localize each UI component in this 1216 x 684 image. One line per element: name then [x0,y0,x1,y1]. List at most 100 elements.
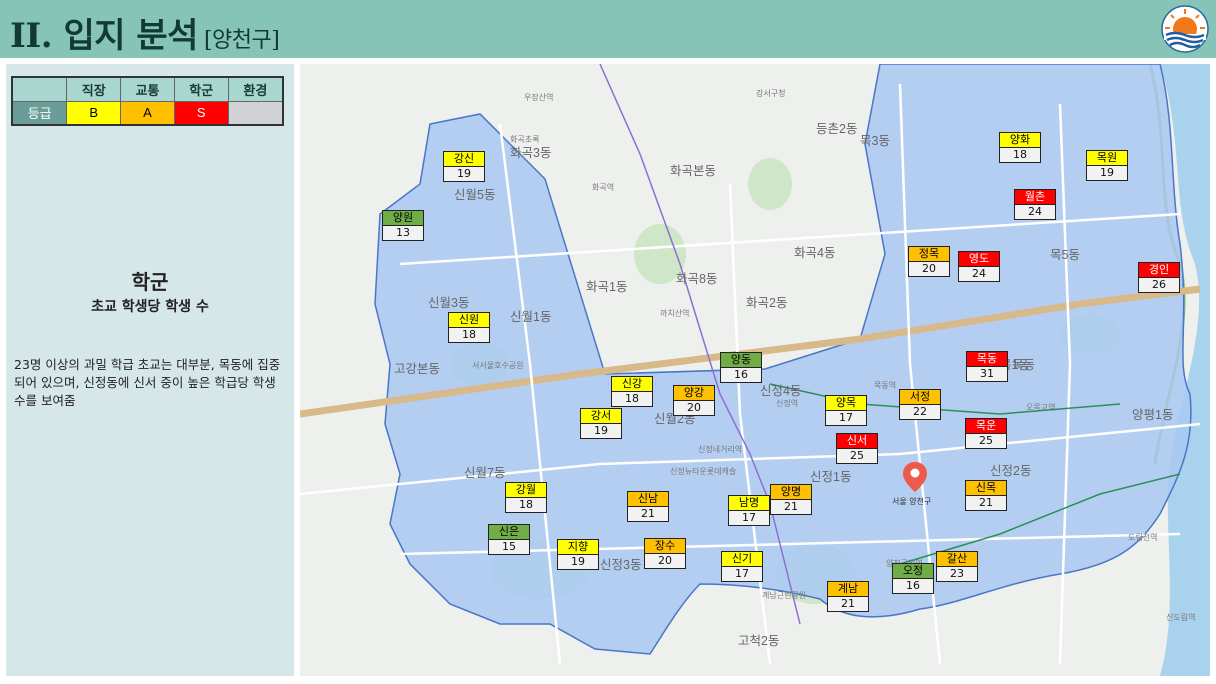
school-name: 갈산 [937,552,977,567]
page-title: II. 입지 분석 [양천구] [10,8,280,57]
school-marker[interactable]: 지향 19 [557,539,599,570]
school-name: 정목 [909,247,949,262]
district-label: 고척2동 [738,634,780,648]
school-marker[interactable]: 목운 25 [965,418,1007,449]
school-value: 19 [1087,166,1127,180]
school-name: 양원 [383,211,423,226]
school-marker[interactable]: 신서 25 [836,433,878,464]
school-marker[interactable]: 경인 26 [1138,262,1180,293]
grade-transport: A [120,100,175,126]
school-marker[interactable]: 목원 19 [1086,150,1128,181]
district-label: 등촌2동 [816,122,858,136]
school-name: 경인 [1139,263,1179,278]
school-marker[interactable]: 양강 20 [673,385,715,416]
title-text: II. 입지 분석 [10,16,198,56]
school-value: 19 [444,167,484,181]
col-header-environment: 환경 [227,76,284,102]
school-marker[interactable]: 서정 22 [899,389,941,420]
school-marker[interactable]: 양화 18 [999,132,1041,163]
map-view[interactable]: 신월5동 신월3동 신월1동 신월7동 신월2동 신정3동 신정4동 신정1동 … [300,64,1210,676]
school-value: 21 [628,507,668,521]
district-label: 고강본동 [394,362,441,376]
school-marker[interactable]: 신강 18 [611,376,653,407]
school-marker[interactable]: 강월 18 [505,482,547,513]
location-pin-icon[interactable] [903,462,927,492]
title-subtitle: [양천구] [203,28,280,53]
school-marker[interactable]: 강서 19 [580,408,622,439]
school-name: 목원 [1087,151,1127,166]
category-title: 학군 [131,270,169,294]
school-value: 22 [900,405,940,419]
place-label: 도림천역 [1128,533,1158,542]
district-label: 신월7동 [464,466,506,480]
school-marker[interactable]: 장수 20 [644,538,686,569]
school-marker[interactable]: 신원 18 [448,312,490,343]
school-name: 양화 [1000,133,1040,148]
school-marker[interactable]: 신은 15 [488,524,530,555]
school-marker[interactable]: 정목 20 [908,246,950,277]
school-marker[interactable]: 양원 13 [382,210,424,241]
school-name: 신은 [489,525,529,540]
place-label: 까치산역 [660,309,690,318]
school-marker[interactable]: 월촌 24 [1014,189,1056,220]
district-label: 목3동 [860,134,890,148]
school-name: 오정 [893,564,933,579]
school-name: 신원 [449,313,489,328]
school-marker[interactable]: 영도 24 [958,251,1000,282]
school-name: 강서 [581,409,621,424]
place-label: 오목교역 [1026,403,1056,412]
school-marker[interactable]: 강신 19 [443,151,485,182]
pin-label: 서울 양천구 [892,497,932,506]
school-marker[interactable]: 신남 21 [627,491,669,522]
place-label: 신도림역 [1166,613,1196,622]
school-name: 강월 [506,483,546,498]
metric-title: 초교 학생당 학생 수 [91,299,209,315]
school-value: 18 [449,328,489,342]
col-header-transport: 교통 [120,76,175,102]
school-value: 31 [967,367,1007,381]
district-label: 신월1동 [510,310,552,324]
school-marker[interactable]: 양목 17 [825,395,867,426]
place-label: 계남근린공원 [762,591,807,600]
school-marker[interactable]: 목동 31 [966,351,1008,382]
place-label: 신정뉴타운롯데캐슬 [670,467,737,476]
school-value: 18 [1000,148,1040,162]
school-value: 13 [383,226,423,240]
place-label: 화곡역 [592,183,615,192]
district-label: 신정1동 [810,470,852,484]
header-bar: II. 입지 분석 [양천구] [0,0,1216,58]
school-value: 24 [959,267,999,281]
district-label: 신정4동 [760,384,802,398]
school-marker[interactable]: 양동 16 [720,352,762,383]
district-label: 신정2동 [990,464,1032,478]
district-label: 목5동 [1050,248,1080,262]
school-value: 15 [489,540,529,554]
school-name: 신서 [837,434,877,449]
school-value: 25 [966,434,1006,448]
school-marker[interactable]: 신기 17 [721,551,763,582]
school-value: 21 [966,496,1006,510]
district-label: 화곡본동 [670,164,717,178]
school-value: 26 [1139,278,1179,292]
district-label: 신월3동 [428,296,470,310]
school-marker[interactable]: 계남 21 [827,581,869,612]
school-name: 양동 [721,353,761,368]
district-label: 화곡1동 [586,280,628,294]
school-value: 17 [722,567,762,581]
school-value: 19 [581,424,621,438]
school-name: 서정 [900,390,940,405]
school-name: 월촌 [1015,190,1055,205]
school-marker[interactable]: 남명 17 [728,495,770,526]
col-header-school: 학군 [173,76,229,102]
col-header-work: 직장 [66,76,122,102]
school-name: 목동 [967,352,1007,367]
school-marker[interactable]: 양명 21 [770,484,812,515]
school-marker[interactable]: 갈산 23 [936,551,978,582]
school-marker[interactable]: 오정 16 [892,563,934,594]
school-name: 지향 [558,540,598,555]
district-label: 양평1동 [1132,408,1174,422]
school-value: 20 [674,401,714,415]
place-label: 신정네거리역 [698,445,743,454]
school-marker[interactable]: 신목 21 [965,480,1007,511]
school-value: 21 [771,500,811,514]
